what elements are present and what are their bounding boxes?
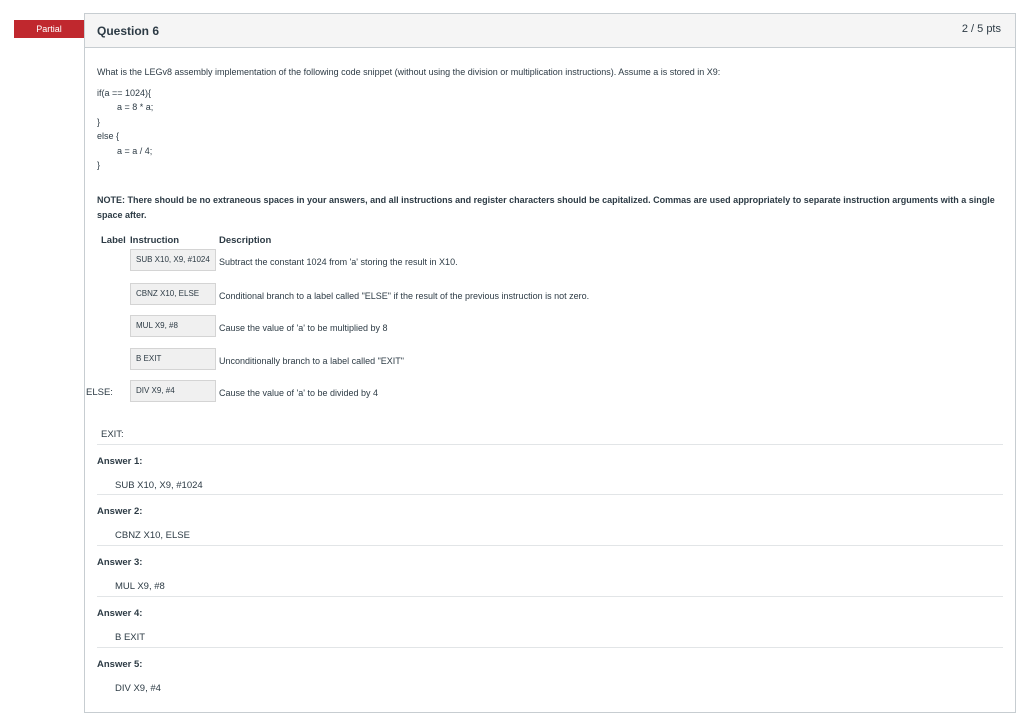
answer-label: Answer 4: [97, 608, 143, 619]
answer-label: Answer 3: [97, 557, 143, 568]
answer-block: Answer 3: MUL X9, #8 [97, 545, 1003, 596]
row-description: Unconditionally branch to a label called… [219, 356, 404, 366]
answer-label: Answer 2: [97, 506, 143, 517]
answer-field-2[interactable]: CBNZ X10, ELSE [130, 283, 216, 305]
answer-field-5[interactable]: DIV X9, #4 [130, 380, 216, 402]
answer-value: MUL X9, #8 [115, 581, 165, 592]
code-line: a = a / 4; [117, 145, 153, 156]
answer-field-1[interactable]: SUB X10, X9, #1024 [130, 249, 216, 271]
row-description: Cause the value of 'a' to be divided by … [219, 388, 379, 398]
answer-block: Answer 5: DIV X9, #4 [97, 647, 1003, 698]
header-label: Label [101, 235, 126, 246]
question-card: Question 6 2 / 5 pts What is the LEGv8 a… [84, 13, 1016, 713]
question-prompt: What is the LEGv8 assembly implementatio… [97, 67, 721, 77]
code-line: } [97, 159, 101, 170]
question-header: Question 6 2 / 5 pts [85, 14, 1015, 48]
answer-value: B EXIT [115, 632, 146, 643]
exit-label: EXIT: [101, 429, 124, 440]
question-points: 2 / 5 pts [961, 23, 1001, 35]
answer-label: Answer 5: [97, 659, 143, 670]
answer-block: Answer 1: SUB X10, X9, #1024 [97, 444, 1003, 495]
code-snippet: if(a == 1024){ a = 8 * a; } else { a = a… [97, 86, 153, 172]
answer-label: Answer 1: [97, 456, 143, 467]
answer-value: DIV X9, #4 [115, 683, 161, 694]
header-instruction: Instruction [130, 235, 180, 246]
code-line: } [97, 116, 101, 127]
note-text: NOTE: There should be no extraneous spac… [97, 195, 995, 220]
code-line: a = 8 * a; [117, 102, 154, 113]
row-description: Subtract the constant 1024 from 'a' stor… [219, 257, 458, 267]
code-line: if(a == 1024){ [97, 88, 152, 98]
row-description: Cause the value of 'a' to be multiplied … [219, 323, 388, 333]
answer-value: CBNZ X10, ELSE [115, 530, 190, 541]
row-description: Conditional branch to a label called "EL… [219, 291, 590, 301]
answer-block: Answer 2: CBNZ X10, ELSE [97, 494, 1003, 545]
question-title: Question 6 [97, 24, 160, 38]
code-line: else { [97, 131, 120, 142]
answer-value: SUB X10, X9, #1024 [115, 480, 203, 491]
status-badge: Partial [14, 20, 92, 38]
answer-field-4[interactable]: B EXIT [130, 348, 216, 370]
row-label: ELSE: [86, 387, 113, 398]
header-description: Description [219, 235, 272, 246]
answer-block: Answer 4: B EXIT [97, 596, 1003, 647]
answer-field-3[interactable]: MUL X9, #8 [130, 315, 216, 337]
